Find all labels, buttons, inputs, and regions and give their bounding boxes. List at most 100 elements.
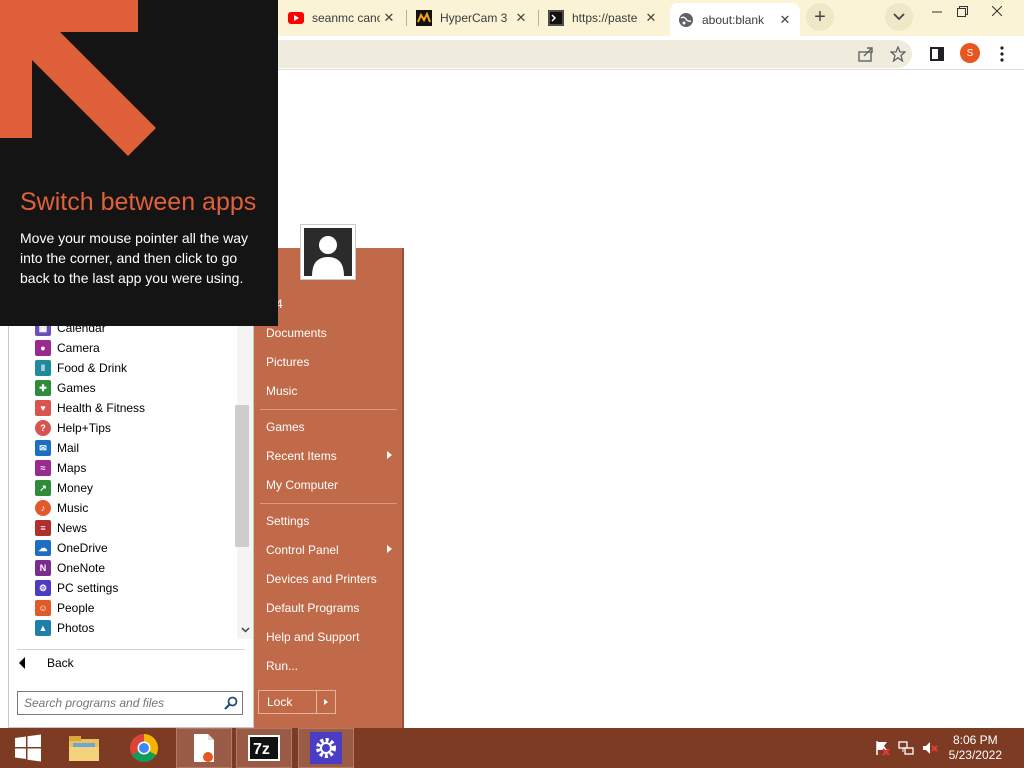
app-food-drink[interactable]: ‖ Food & Drink <box>35 358 127 378</box>
submenu-arrow-icon <box>387 545 392 553</box>
restore-button[interactable] <box>947 0 977 22</box>
app-label: Camera <box>57 341 100 355</box>
tab-close-button[interactable]: ✕ <box>512 10 530 26</box>
app-onenote[interactable]: N OneNote <box>35 558 105 578</box>
taskbar-chrome[interactable] <box>116 728 172 768</box>
profile-avatar[interactable]: S <box>960 43 980 63</box>
people-icon: ☺ <box>35 600 51 616</box>
start-user-name[interactable]: M4 <box>266 293 396 315</box>
scrollbar-thumb[interactable] <box>235 405 249 547</box>
volume-muted-icon[interactable] <box>922 740 938 756</box>
start-button[interactable] <box>0 728 56 768</box>
action-center-flag-icon[interactable] <box>874 740 890 756</box>
start-item-pictures[interactable]: Pictures <box>266 351 396 373</box>
app-health-fitness[interactable]: ♥ Health & Fitness <box>35 398 145 418</box>
start-item-default-programs[interactable]: Default Programs <box>266 597 396 619</box>
games-icon: ✚ <box>35 380 51 396</box>
tab-title: https://paste <box>572 11 638 25</box>
app-music[interactable]: ♪ Music <box>35 498 88 518</box>
start-item-control-panel[interactable]: Control Panel <box>266 539 396 561</box>
menu-separator <box>260 503 397 504</box>
restore-icon <box>956 5 968 17</box>
user-picture[interactable] <box>300 224 356 280</box>
7zip-icon: 7z <box>248 735 280 761</box>
tab-youtube[interactable]: seanmc canc ✕ <box>280 3 404 33</box>
start-item-documents[interactable]: Documents <box>266 322 396 344</box>
start-item-help-support[interactable]: Help and Support <box>266 626 396 648</box>
kebab-menu-icon[interactable] <box>992 44 1012 64</box>
hypercam-icon <box>416 10 432 26</box>
tab-title: about:blank <box>702 12 765 27</box>
tab-close-button[interactable]: ✕ <box>642 10 660 26</box>
app-help-tips[interactable]: ? Help+Tips <box>35 418 111 438</box>
start-item-my-computer[interactable]: My Computer <box>266 474 396 496</box>
start-item-run[interactable]: Run... <box>266 655 396 677</box>
list-separator <box>17 649 245 650</box>
tab-paste[interactable]: https://paste ✕ <box>540 3 666 33</box>
scroll-down-button[interactable] <box>237 623 253 637</box>
camera-icon: ● <box>35 340 51 356</box>
photos-icon: ▲ <box>35 620 51 636</box>
app-camera[interactable]: ● Camera <box>35 338 100 358</box>
svg-text:7z: 7z <box>253 741 270 758</box>
start-item-label: Control Panel <box>266 543 339 557</box>
start-menu-left-panel: ▦ Calendar ● Camera ‖ Food & Drink ✚ Games ♥… <box>8 322 254 728</box>
taskbar-7zip[interactable]: 7z <box>236 728 292 768</box>
mail-icon: ✉ <box>35 440 51 456</box>
back-button[interactable]: Back <box>19 653 74 673</box>
maps-icon: ≈ <box>35 460 51 476</box>
start-item-settings[interactable]: Settings <box>266 510 396 532</box>
clock-date: 5/23/2022 <box>948 748 1002 762</box>
side-panel-icon[interactable] <box>927 44 947 64</box>
start-item-devices-printers[interactable]: Devices and Printers <box>266 568 396 590</box>
taskbar-file-explorer[interactable] <box>56 728 112 768</box>
app-games[interactable]: ✚ Games <box>35 378 96 398</box>
lock-button[interactable]: Lock <box>259 691 317 713</box>
app-people[interactable]: ☺ People <box>35 598 94 618</box>
app-label: OneNote <box>57 561 106 575</box>
app-label: OneDrive <box>57 541 108 555</box>
app-mail[interactable]: ✉ Mail <box>35 438 79 458</box>
power-options-button[interactable] <box>317 699 335 705</box>
tab-hypercam[interactable]: HyperCam 3 ✕ <box>408 3 536 33</box>
tab-divider <box>406 10 407 26</box>
tab-close-button[interactable]: ✕ <box>380 10 398 26</box>
music-icon: ♪ <box>35 500 51 516</box>
menu-separator <box>260 409 397 410</box>
chevron-down-icon <box>893 13 905 21</box>
app-news[interactable]: ≡ News <box>35 518 87 538</box>
news-icon: ≡ <box>35 520 51 536</box>
app-money[interactable]: ↗ Money <box>35 478 93 498</box>
network-icon[interactable] <box>898 740 914 756</box>
tab-title: seanmc canc <box>312 11 380 25</box>
app-label: People <box>57 601 95 615</box>
chevron-down-icon <box>240 627 250 633</box>
app-label: Music <box>57 501 89 515</box>
document-icon <box>194 734 214 762</box>
app-list: ▦ Calendar ● Camera ‖ Food & Drink ✚ Games ♥… <box>9 323 237 639</box>
start-item-games[interactable]: Games <box>266 416 396 438</box>
tab-close-button[interactable]: ✕ <box>776 12 794 28</box>
bookmark-star-icon[interactable] <box>888 44 908 64</box>
close-window-button[interactable] <box>982 0 1012 22</box>
new-tab-button[interactable]: + <box>806 3 834 31</box>
app-maps[interactable]: ≈ Maps <box>35 458 86 478</box>
app-onedrive[interactable]: ☁ OneDrive <box>35 538 108 558</box>
search-input[interactable] <box>18 692 214 714</box>
tab-about-blank[interactable]: about:blank ✕ <box>670 3 800 36</box>
app-pc-settings[interactable]: ⚙ PC settings <box>35 578 118 598</box>
app-label: Games <box>57 381 96 395</box>
food-drink-icon: ‖ <box>35 360 51 376</box>
windows-logo-icon <box>15 734 41 762</box>
share-icon[interactable] <box>856 44 876 64</box>
app-photos[interactable]: ▲ Photos <box>35 618 94 638</box>
tab-search-button[interactable] <box>885 3 913 31</box>
taskbar-clock[interactable]: 8:06 PM 5/23/2022 <box>949 733 1002 763</box>
start-item-music[interactable]: Music <box>266 380 396 402</box>
search-box <box>17 691 243 715</box>
search-icon[interactable] <box>224 696 238 710</box>
start-item-recent-items[interactable]: Recent Items <box>266 445 396 467</box>
taskbar-document-app[interactable] <box>176 728 232 768</box>
tab-title: HyperCam 3 <box>440 11 508 25</box>
taskbar-settings[interactable] <box>298 728 354 768</box>
